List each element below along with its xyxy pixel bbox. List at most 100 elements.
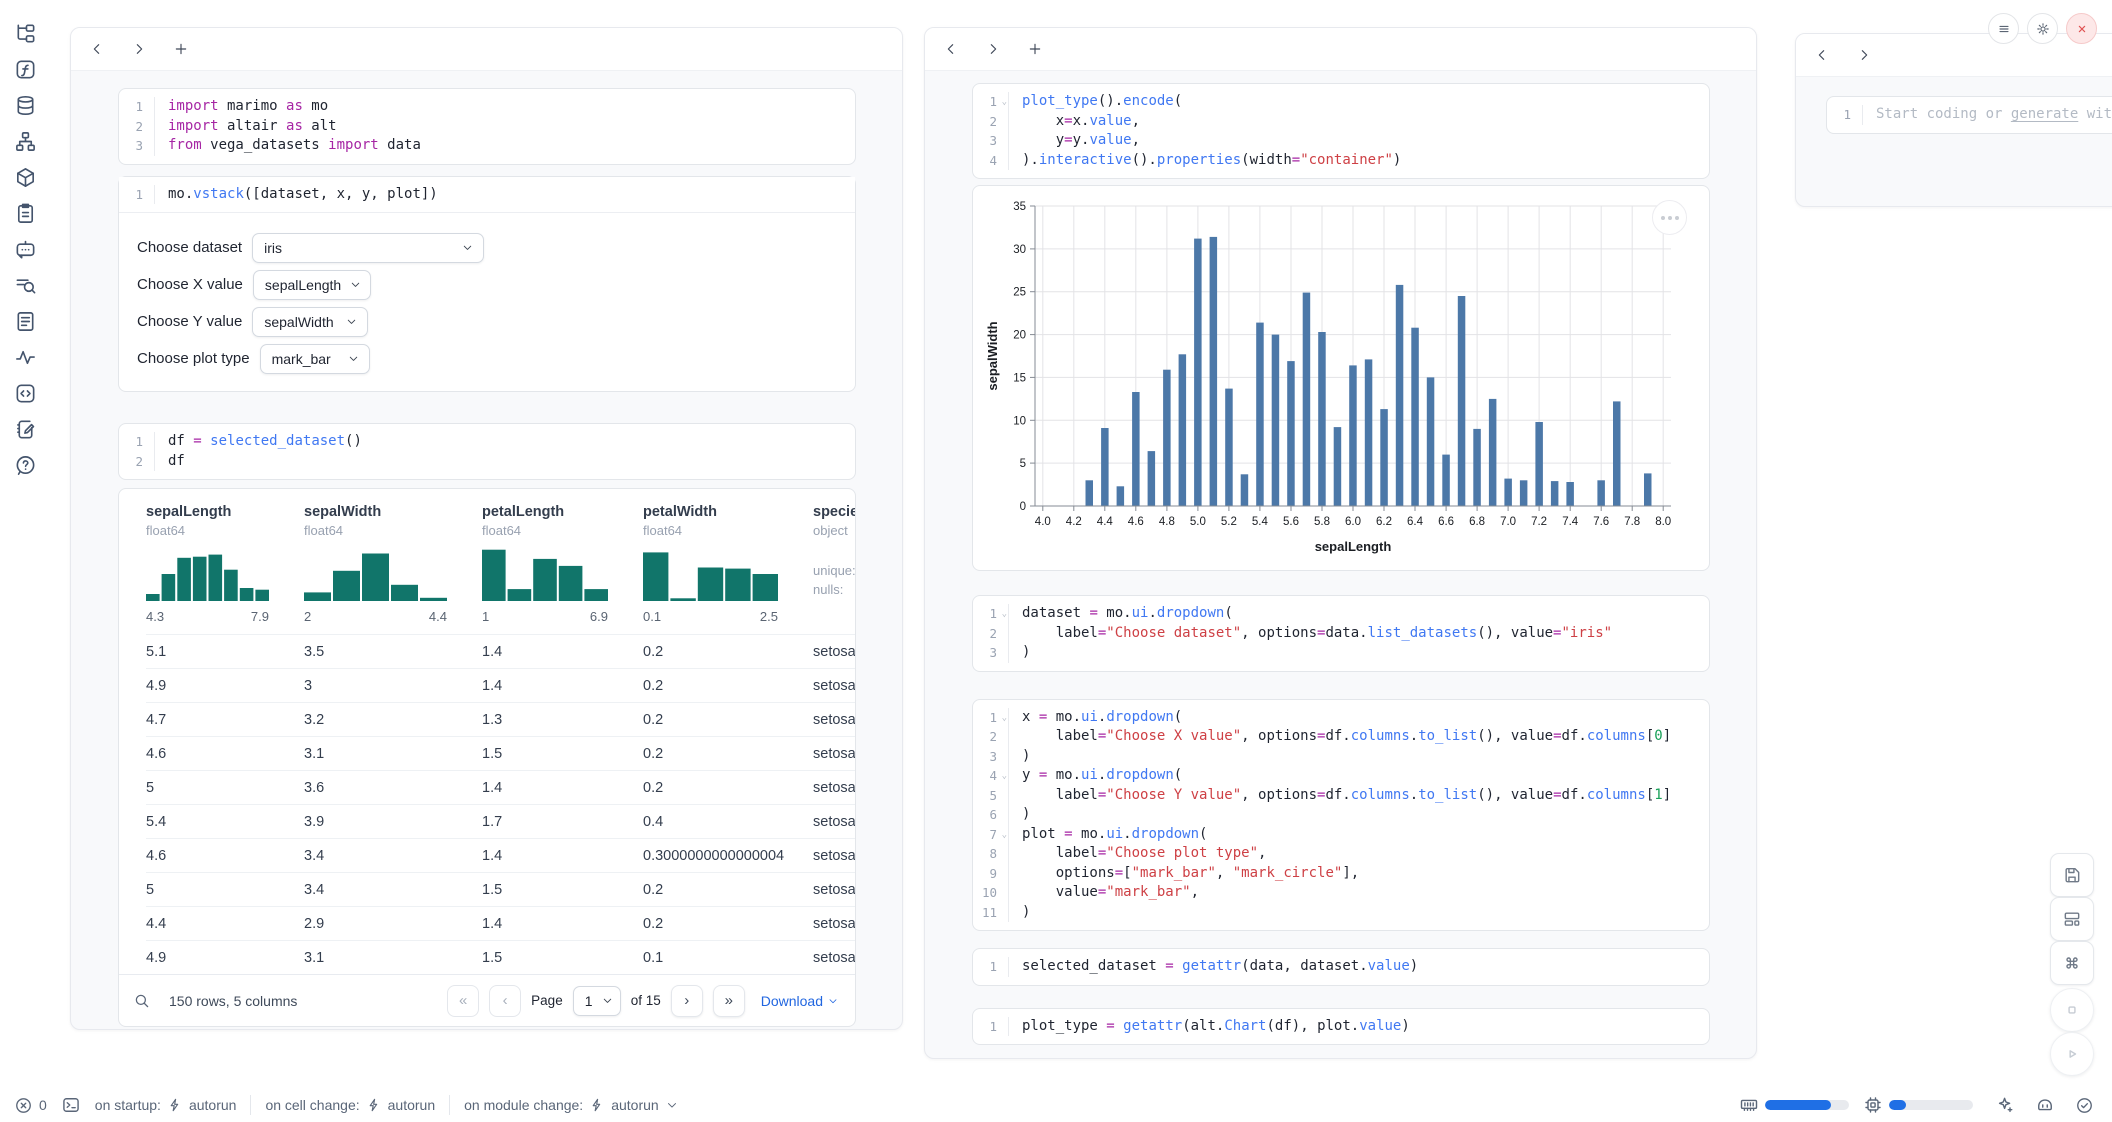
stop-button[interactable]	[2050, 988, 2094, 1032]
table-row[interactable]: 5.43.91.70.4setosa	[146, 804, 856, 838]
line-number: 2	[973, 624, 1009, 644]
add-cell-button[interactable]	[1025, 39, 1045, 59]
search-icon[interactable]	[133, 992, 151, 1010]
form-row: Choose plot typemark_bar	[137, 340, 837, 377]
next-page-button[interactable]: ›	[671, 985, 703, 1017]
on-module-change-setting[interactable]: on module change: autorun	[464, 1097, 679, 1113]
menu-button[interactable]	[1988, 13, 2019, 44]
imports-cell[interactable]: 1import marimo as mo2import altair as al…	[118, 88, 856, 165]
package-icon[interactable]	[14, 166, 37, 189]
assistant-icon[interactable]	[2035, 1095, 2055, 1115]
chevron-down-icon	[601, 994, 614, 1007]
table-row[interactable]: 53.61.40.2setosa	[146, 770, 856, 804]
download-link[interactable]: Download	[761, 993, 839, 1009]
column-dtype: float64	[482, 523, 643, 538]
plot-type-cell[interactable]: 1plot_type = getattr(alt.Chart(df), plot…	[972, 1008, 1710, 1046]
code-line: 1import marimo as mo	[119, 97, 855, 117]
save-button[interactable]	[2050, 853, 2094, 897]
cpu-usage[interactable]	[1863, 1095, 1973, 1115]
next-cell-button[interactable]	[129, 39, 149, 59]
help-icon[interactable]	[14, 454, 37, 477]
table-row[interactable]: 4.73.21.30.2setosa	[146, 702, 856, 736]
prev-cell-button[interactable]	[941, 39, 961, 59]
select-value: sepalLength	[265, 277, 341, 293]
code-line: 1plot_type = getattr(alt.Chart(df), plot…	[973, 1017, 1709, 1037]
table-row[interactable]: 4.42.91.40.2setosa	[146, 906, 856, 940]
chat-bot-icon[interactable]	[14, 238, 37, 261]
line-number: 9	[973, 864, 1009, 884]
on-startup-setting[interactable]: on startup: autorun	[95, 1097, 237, 1113]
table-row[interactable]: 4.63.41.40.3000000000000004setosa	[146, 838, 856, 872]
ram-usage[interactable]	[1739, 1095, 1849, 1115]
prev-page-button[interactable]: ‹	[489, 985, 521, 1017]
check-circle-icon[interactable]	[2075, 1096, 2094, 1115]
table-row[interactable]: 4.63.11.50.2setosa	[146, 736, 856, 770]
column-header-sepalLength[interactable]: sepalLengthfloat644.37.9	[146, 504, 304, 624]
svg-text:4.4: 4.4	[1097, 516, 1114, 528]
prev-cell-button[interactable]	[1812, 45, 1832, 65]
choose-x-value-select[interactable]: sepalLength	[253, 270, 371, 300]
scratchpad-icon[interactable]	[14, 418, 37, 441]
line-number: 1	[1827, 105, 1863, 125]
first-page-button[interactable]: «	[447, 985, 479, 1017]
file-tree-icon[interactable]	[14, 22, 37, 45]
code-line: 2 label="Choose X value", options=df.col…	[973, 727, 1709, 747]
notepad-icon[interactable]	[14, 202, 37, 225]
form-label: Choose X value	[137, 276, 243, 293]
column-header-petalLength[interactable]: petalLengthfloat6416.9	[482, 504, 643, 624]
code-line: 2df	[119, 452, 855, 472]
column-header-species[interactable]: speciesobjectunique:nulls:	[813, 504, 856, 624]
dataframe-cell[interactable]: 1df = selected_dataset()2df	[118, 423, 856, 480]
table-row[interactable]: 5.13.51.40.2setosa	[146, 634, 856, 668]
error-counter[interactable]: 0	[14, 1096, 47, 1115]
layout-button[interactable]	[2050, 897, 2094, 941]
column-header-petalWidth[interactable]: petalWidthfloat640.12.5	[643, 504, 813, 624]
bar	[1365, 359, 1373, 506]
function-icon[interactable]	[14, 58, 37, 81]
table-cell: 1.7	[482, 814, 643, 830]
choose-plot-type-select[interactable]: mark_bar	[260, 344, 370, 374]
vstack-cell[interactable]: 1mo.vstack([dataset, x, y, plot])	[119, 177, 855, 213]
activity-icon[interactable]	[14, 346, 37, 369]
on-cell-change-setting[interactable]: on cell change: autorun	[265, 1097, 435, 1113]
database-icon[interactable]	[14, 94, 37, 117]
svg-text:5: 5	[1020, 458, 1026, 470]
terminal-icon[interactable]	[61, 1095, 81, 1115]
last-page-button[interactable]: »	[713, 985, 745, 1017]
bar-chart[interactable]: 4.04.24.44.64.85.05.25.45.65.86.06.26.46…	[981, 192, 1709, 569]
command-palette-button[interactable]	[2050, 941, 2094, 985]
line-number: 11	[973, 903, 1009, 923]
table-row[interactable]: 4.931.40.2setosa	[146, 668, 856, 702]
prev-cell-button[interactable]	[87, 39, 107, 59]
table-row[interactable]: 4.93.11.50.1setosa	[146, 940, 856, 974]
generate-link[interactable]: generate	[2011, 106, 2078, 122]
selected-dataset-cell[interactable]: 1selected_dataset = getattr(data, datase…	[972, 948, 1710, 986]
next-cell-button[interactable]	[1854, 45, 1874, 65]
page-select[interactable]: 1	[573, 986, 621, 1016]
code-snippet-icon[interactable]	[14, 382, 37, 405]
choose-dataset-select[interactable]: iris	[252, 233, 484, 263]
next-cell-button[interactable]	[983, 39, 1003, 59]
document-icon[interactable]	[14, 310, 37, 333]
run-button[interactable]	[2050, 1032, 2094, 1076]
logs-search-icon[interactable]	[14, 274, 37, 297]
settings-button[interactable]	[2027, 13, 2058, 44]
chart-output[interactable]: 4.04.24.44.64.85.05.25.45.65.86.06.26.46…	[972, 185, 1710, 571]
column-header-sepalWidth[interactable]: sepalWidthfloat6424.4	[304, 504, 482, 624]
plot-cell[interactable]: 1⌄plot_type().encode(2 x=x.value,3 y=y.v…	[972, 83, 1710, 179]
chart-menu-button[interactable]	[1652, 200, 1687, 235]
sparkles-icon[interactable]	[1995, 1095, 2015, 1115]
bar	[1566, 482, 1574, 506]
table-row[interactable]: 53.41.50.2setosa	[146, 872, 856, 906]
empty-code-cell[interactable]: 1 Start coding or generate with	[1826, 96, 2112, 134]
dependency-graph-icon[interactable]	[14, 130, 37, 153]
add-cell-button[interactable]	[171, 39, 191, 59]
table-cell: 3.4	[304, 848, 482, 864]
dataset-dropdown-cell[interactable]: 1⌄dataset = mo.ui.dropdown(2 label="Choo…	[972, 595, 1710, 672]
bar	[1613, 401, 1621, 506]
select-value: 1	[585, 993, 593, 1009]
choose-y-value-select[interactable]: sepalWidth	[252, 307, 368, 337]
close-button[interactable]	[2066, 13, 2097, 44]
xy-plot-dropdowns-cell[interactable]: 1⌄x = mo.ui.dropdown(2 label="Choose X v…	[972, 699, 1710, 932]
svg-text:5.6: 5.6	[1283, 516, 1299, 528]
